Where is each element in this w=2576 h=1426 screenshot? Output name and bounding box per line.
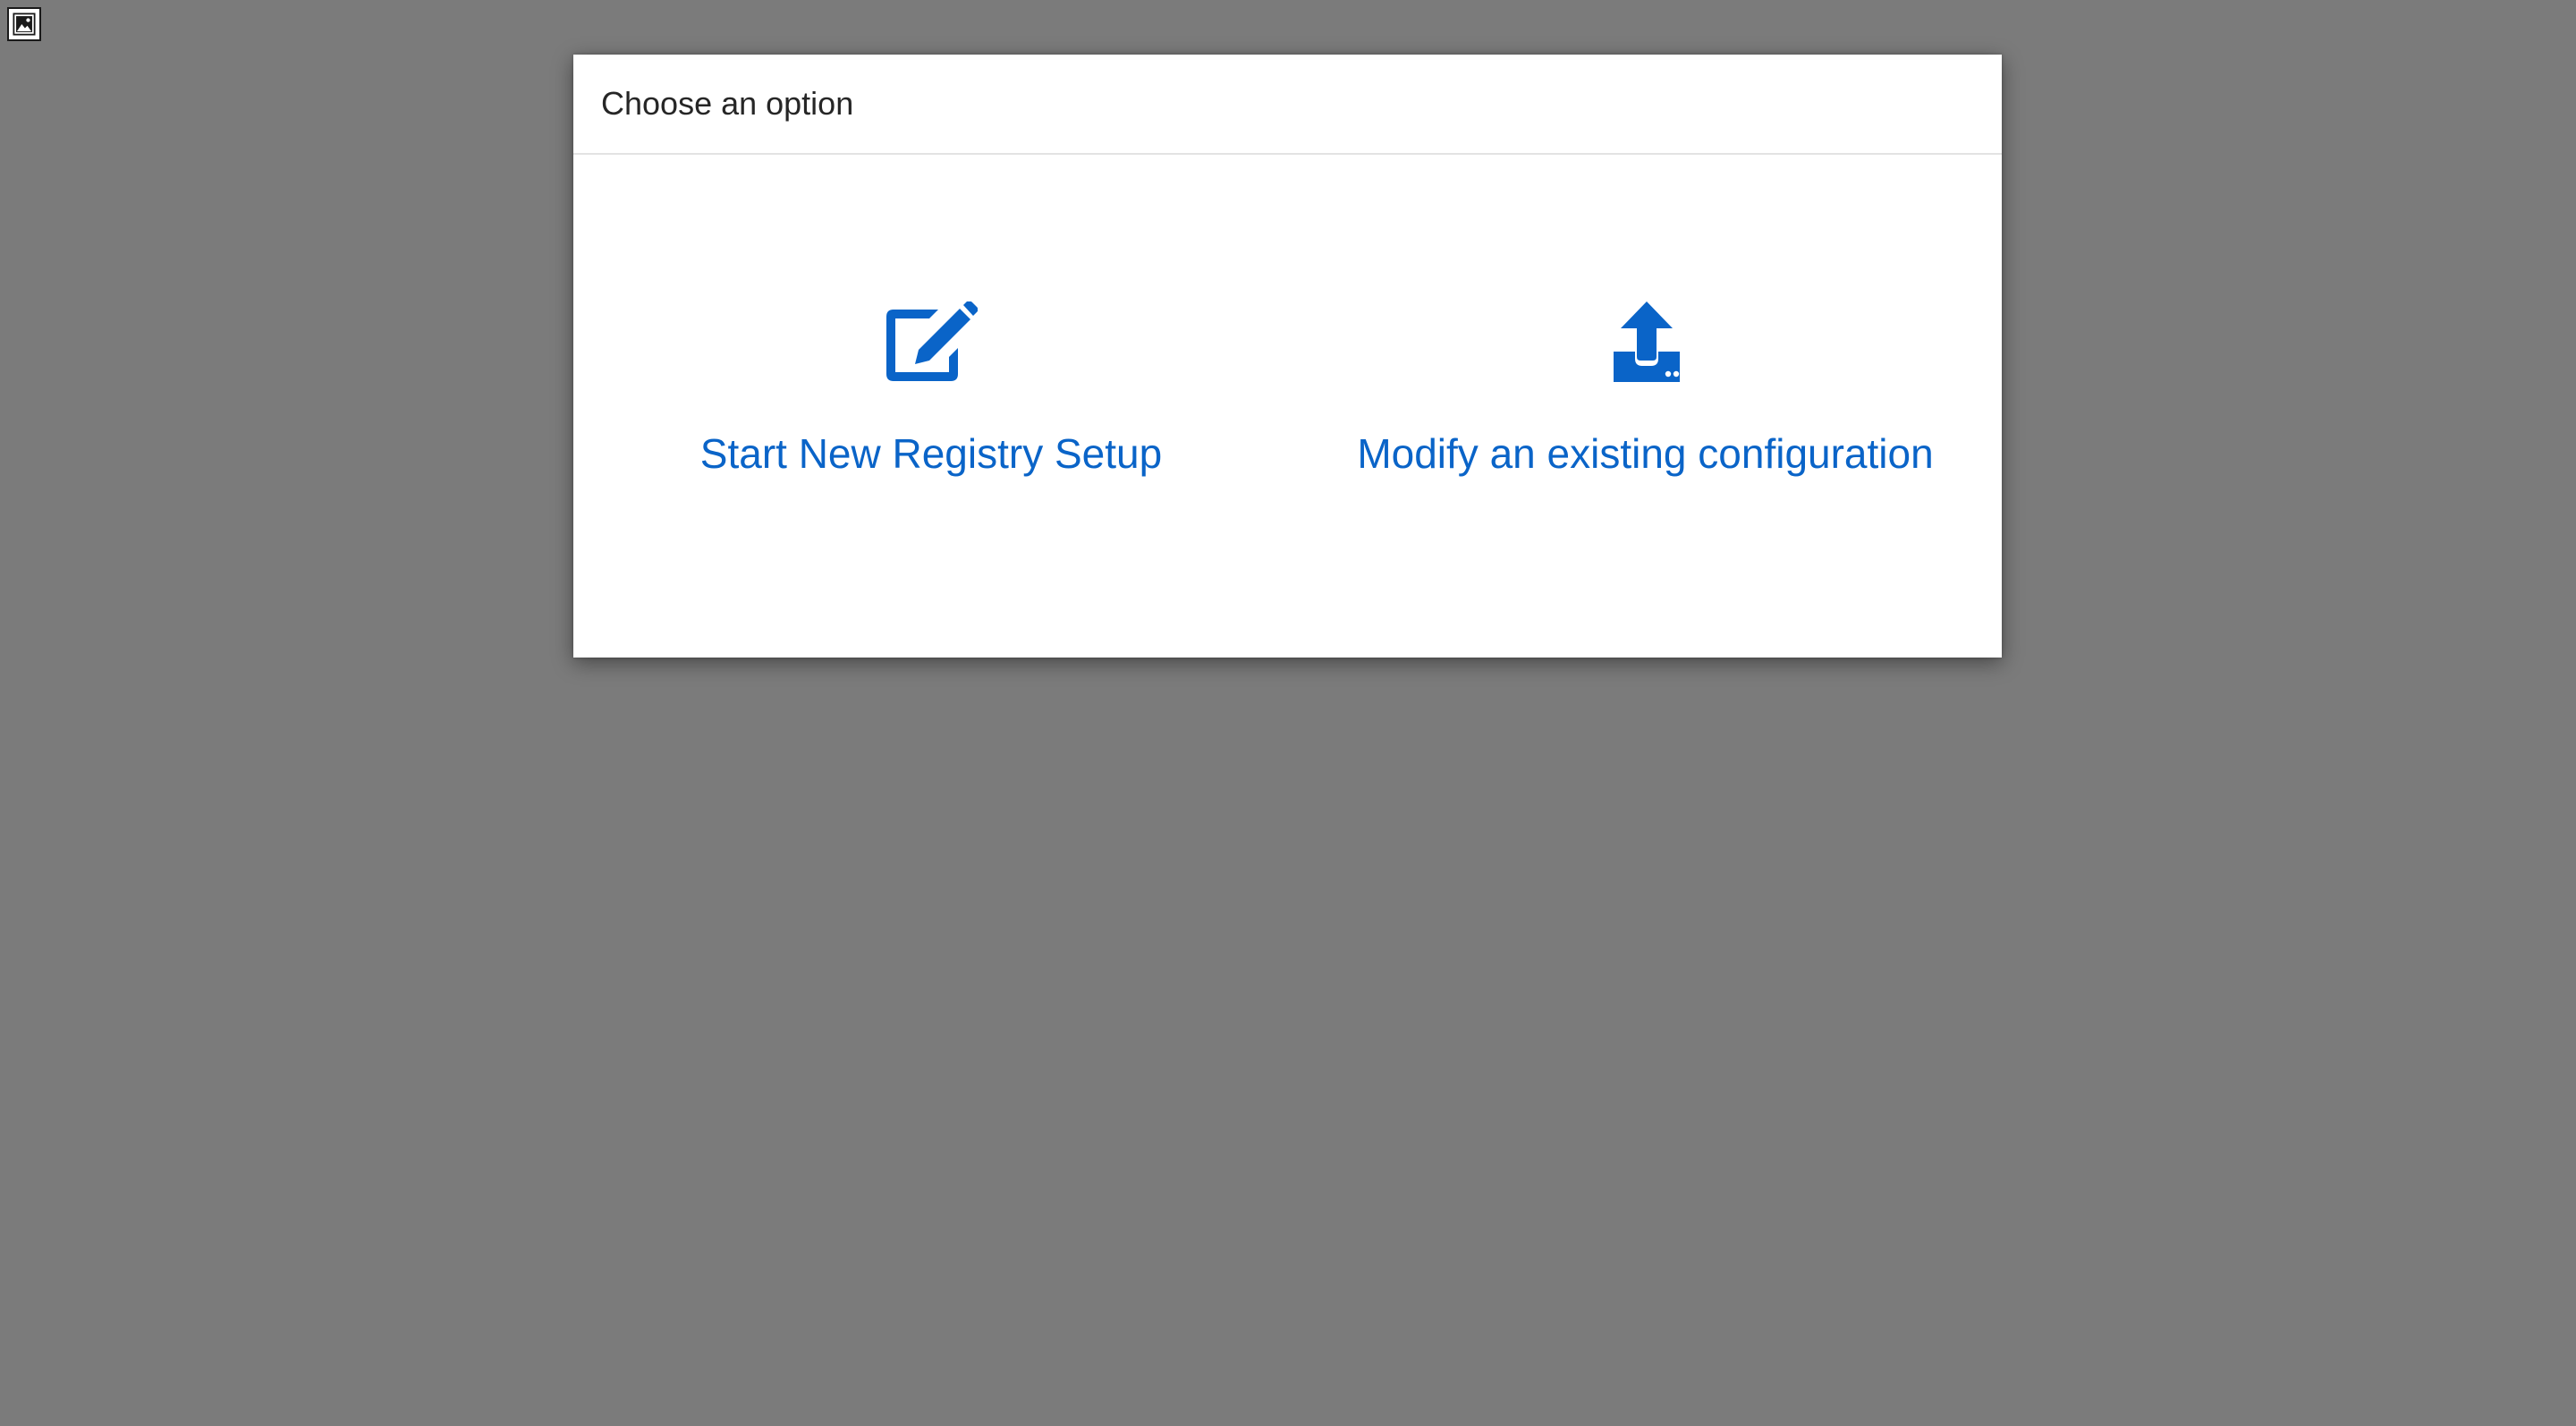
dialog-body: Start New Registry Setup Modify an exist…: [573, 155, 2002, 658]
modify-existing-configuration-label: Modify an existing configuration: [1357, 430, 1934, 477]
upload-icon: [1599, 301, 1692, 382]
start-new-registry-setup-option[interactable]: Start New Registry Setup: [573, 155, 1289, 478]
modify-existing-configuration-option[interactable]: Modify an existing configuration: [1289, 155, 2002, 478]
start-new-registry-setup-label: Start New Registry Setup: [699, 430, 1163, 477]
choose-option-dialog: Choose an option Start New Registry Setu…: [573, 55, 2002, 658]
dialog-header: Choose an option: [573, 55, 2002, 155]
broken-image-icon: [7, 7, 41, 41]
dialog-title: Choose an option: [601, 85, 854, 122]
edit-icon: [885, 301, 978, 382]
